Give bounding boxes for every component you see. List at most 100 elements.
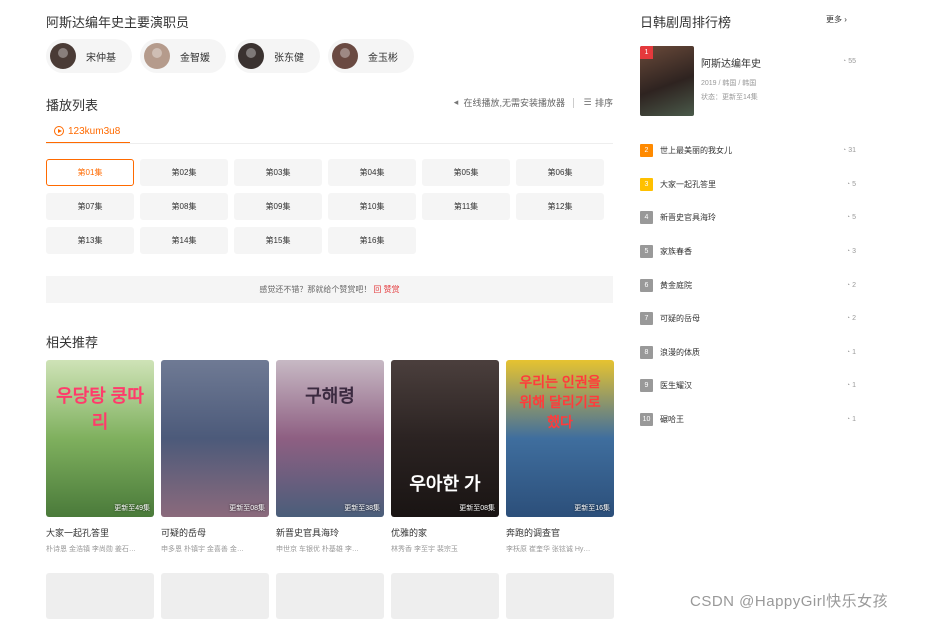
- recommend-name[interactable]: 优雅的家: [391, 526, 499, 539]
- cast-chip[interactable]: 金玉彬: [328, 39, 414, 73]
- update-badge: 更新至38集: [344, 505, 380, 512]
- rank-item[interactable]: 7 可疑的岳母 ◔ 2: [640, 302, 856, 336]
- rank-item[interactable]: 9 医生耀汉 ◔ 1: [640, 369, 856, 403]
- poster-image[interactable]: 우당탕 쿵따리 更新至49集: [46, 360, 154, 517]
- rank-top-info: 阿斯达编年史 2019 / 韩国 / 韩国 状态：更新至14集: [701, 46, 856, 116]
- flame-icon: ◔: [845, 348, 851, 356]
- episode-button[interactable]: 第04集: [328, 159, 416, 186]
- rank-name[interactable]: 大家一起孔答里: [660, 179, 716, 190]
- rank-item[interactable]: 4 新晋史官具海玲 ◔ 5: [640, 201, 856, 235]
- episode-button[interactable]: 第05集: [422, 159, 510, 186]
- episode-button[interactable]: 第07集: [46, 193, 134, 220]
- rank-badge: 8: [640, 345, 653, 359]
- episode-button[interactable]: 第02集: [140, 159, 228, 186]
- rank-name[interactable]: 可疑的岳母: [660, 313, 700, 324]
- reward-link[interactable]: 回 赞赏: [373, 284, 399, 295]
- episode-button[interactable]: 第06集: [516, 159, 604, 186]
- source-tab-label: 123kum3u8: [68, 125, 121, 137]
- poster-image[interactable]: 우아한 가 更新至08集: [391, 360, 499, 517]
- more-link[interactable]: 更多 ›: [826, 14, 847, 25]
- rank-top-poster[interactable]: 1: [640, 46, 694, 116]
- rank-top-item[interactable]: 1 阿斯达编年史 2019 / 韩国 / 韩国 状态：更新至14集 ◔ 55: [640, 46, 856, 116]
- poster-image[interactable]: 우리는 인권을 위해 달리기로 했다 更新至16集: [506, 360, 614, 517]
- recommend-name[interactable]: 新晋史官具海玲: [276, 526, 384, 539]
- placeholder-card: [46, 573, 154, 619]
- rank-name[interactable]: 家族春香: [660, 246, 692, 257]
- rank-name[interactable]: 世上最美丽的我女儿: [660, 145, 732, 156]
- flame-icon: ◔: [841, 147, 847, 155]
- rank-name[interactable]: 新晋史官具海玲: [660, 212, 716, 223]
- placeholder-card: [161, 573, 269, 619]
- rank-item[interactable]: 3 大家一起孔答里 ◔ 5: [640, 168, 856, 202]
- recommend-card[interactable]: 更新至08集 可疑的岳母 申多恩 朴镇宇 金喜善 金…: [161, 360, 269, 554]
- episode-button[interactable]: 第11集: [422, 193, 510, 220]
- episode-button[interactable]: 第03集: [234, 159, 322, 186]
- poster-title-art: 우아한 가: [409, 474, 481, 494]
- placeholder-row: [46, 573, 614, 619]
- rank-name[interactable]: 碾哈王: [660, 414, 684, 425]
- poster-title-art: 우당탕 쿵따리: [56, 386, 144, 432]
- cast-section-title: 阿斯达编年史主要演职员: [46, 15, 190, 30]
- recommend-card[interactable]: 구해령 更新至38集 新晋史官具海玲 申世京 车银优 朴基雄 李…: [276, 360, 384, 554]
- episode-button[interactable]: 第08集: [140, 193, 228, 220]
- recommend-card[interactable]: 우리는 인권을 위해 달리기로 했다 更新至16集奔跑的调查官李枖原 崔奎华 张铉…: [506, 360, 614, 554]
- episode-button[interactable]: 第09集: [234, 193, 322, 220]
- recommend-cast: 李枖原 崔奎华 张铉诚 Hy…: [506, 546, 591, 553]
- rank-item[interactable]: 10 碾哈王 ◔ 1: [640, 403, 856, 437]
- recommend-name[interactable]: 奔跑的调查官: [506, 526, 614, 539]
- watermark: CSDN @HappyGirl快乐女孩: [690, 593, 889, 610]
- rank-name[interactable]: 黄金庭院: [660, 280, 692, 291]
- cast-name: 金玉彬: [368, 52, 398, 64]
- cast-chip[interactable]: 张东健: [234, 39, 320, 73]
- episode-button[interactable]: 第14集: [140, 227, 228, 254]
- reward-link-label: 赞赏: [383, 285, 400, 294]
- rank-top-meta: 2019 / 韩国 / 韩国: [701, 80, 757, 87]
- rank-item[interactable]: 8 浪漫的体质 ◔ 1: [640, 336, 856, 370]
- cast-name: 张东健: [274, 52, 304, 64]
- recommend-card[interactable]: 우아한 가 更新至08集 优雅的家 林秀香 李至宇 裴宗玉: [391, 360, 499, 554]
- sort-button[interactable]: 排序: [595, 96, 613, 109]
- rank-item[interactable]: 2 世上最美丽的我女儿 ◔ 31: [640, 134, 856, 168]
- rank-badge: 3: [640, 177, 653, 191]
- rank-top-status: 状态：更新至14集: [701, 94, 758, 101]
- flame-icon: ◔: [845, 180, 851, 188]
- episode-grid: 第01集 第02集 第03集 第04集 第05集 第06集第07集 第08集 第09集 第10集…: [46, 159, 604, 254]
- reward-text: 感觉还不错？那就给个赞赏吧！: [259, 285, 372, 294]
- flame-icon: ◔: [845, 281, 851, 289]
- avatar[interactable]: [144, 43, 170, 69]
- rank-badge: 1: [640, 46, 653, 59]
- cast-chip[interactable]: 金智媛: [140, 39, 226, 73]
- recommend-name[interactable]: 可疑的岳母: [161, 526, 269, 539]
- episode-button[interactable]: 第01集: [46, 159, 134, 186]
- update-badge: 更新至49集: [114, 505, 150, 512]
- rank-item[interactable]: 5 家族春香 ◔ 3: [640, 235, 856, 269]
- rank-count: ◔ 1: [846, 382, 856, 389]
- rank-name[interactable]: 医生耀汉: [660, 380, 692, 391]
- episode-button[interactable]: 第12集: [516, 193, 604, 220]
- rank-count: ◔ 2: [846, 282, 856, 289]
- recommend-card[interactable]: 우당탕 쿵따리 更新至49集 大家一起孔答里 朴诗恩 金浩镇 李尚勋 姜石…: [46, 360, 154, 554]
- episode-button[interactable]: 第10集: [328, 193, 416, 220]
- cast-chip[interactable]: 宋仲基: [46, 39, 132, 73]
- rank-count: ◔ 1: [846, 416, 856, 423]
- source-tab[interactable]: 123kum3u8: [46, 120, 130, 144]
- rank-name[interactable]: 浪漫的体质: [660, 347, 700, 358]
- episode-button[interactable]: 第13集: [46, 227, 134, 254]
- episode-button[interactable]: 第16集: [328, 227, 416, 254]
- rank-count: ◔ 3: [846, 248, 856, 255]
- avatar[interactable]: [332, 43, 358, 69]
- episode-button[interactable]: 第15集: [234, 227, 322, 254]
- poster-image[interactable]: 更新至08集: [161, 360, 269, 517]
- playlist-tools: ◂ 在线播放,无需安装播放器 ☰ 排序: [450, 96, 613, 109]
- avatar[interactable]: [238, 43, 264, 69]
- rank-top-count: ◔ 55: [842, 58, 856, 65]
- rank-top-name[interactable]: 阿斯达编年史: [701, 55, 856, 70]
- rank-badge: 4: [640, 211, 653, 225]
- recommend-name[interactable]: 大家一起孔答里: [46, 526, 154, 539]
- avatar[interactable]: [50, 43, 76, 69]
- rank-count-value: 5: [852, 214, 856, 222]
- rank-item[interactable]: 6 黄金庭院 ◔ 2: [640, 268, 856, 302]
- poster-image[interactable]: 구해령 更新至38集: [276, 360, 384, 517]
- rank-badge: 6: [640, 278, 653, 292]
- poster-title-art: 우리는 인권을 위해 달리기로 했다: [519, 374, 601, 430]
